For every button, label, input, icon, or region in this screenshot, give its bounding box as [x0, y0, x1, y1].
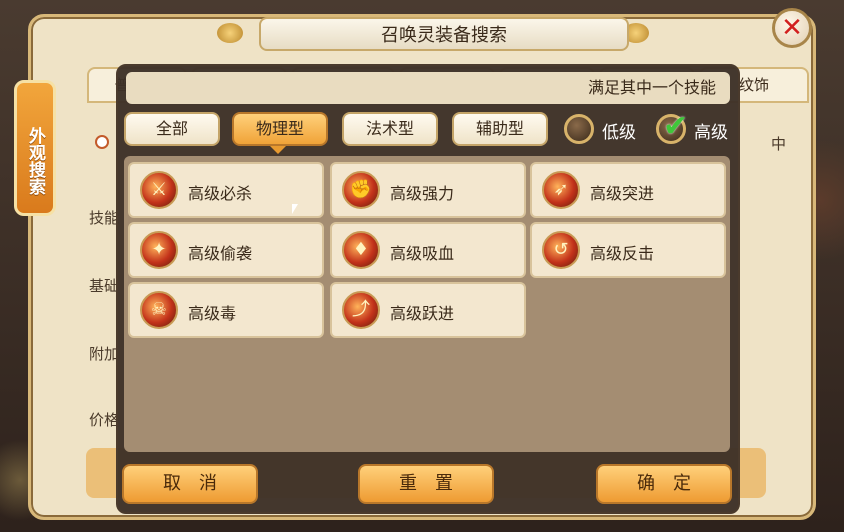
high-grade-radio[interactable]: ✔ — [656, 109, 688, 144]
filter-physical-button[interactable]: 物理型 — [232, 112, 328, 146]
close-icon: ✕ — [781, 13, 803, 43]
skill-name: 高级必杀 — [188, 184, 253, 203]
skill-list-panel: ⚔ 高级必杀 ✊ 高级强力 ➶ 高级突进 ✦ 高级偷袭 ♦ 高级吸血 ↺ 高级反… — [124, 156, 730, 452]
sneak-attack-icon: ✦ — [140, 231, 178, 269]
skill-card[interactable]: ➶ 高级突进 — [530, 162, 726, 218]
side-tab-appearance-search[interactable]: 外观搜索 — [14, 80, 56, 216]
skill-card[interactable]: ⤴ 高级跃进 — [330, 282, 526, 338]
label-base: 基础 — [89, 277, 120, 295]
poison-icon: ☠ — [140, 291, 178, 329]
reset-button[interactable]: 重置 — [358, 464, 494, 504]
skill-name: 高级吸血 — [390, 244, 455, 263]
skill-filter-popup: 满足其中一个技能 全部 物理型 法术型 辅助型 低级 ✔ 高级 ⚔ 高级必杀 ✊… — [116, 64, 740, 514]
charge-icon: ➶ — [542, 171, 580, 209]
critical-strike-icon: ⚔ — [140, 171, 178, 209]
skill-name: 高级反击 — [590, 244, 655, 263]
filter-magic-button[interactable]: 法术型 — [342, 112, 438, 146]
skill-card[interactable]: ☠ 高级毒 — [128, 282, 324, 338]
skill-name: 高级强力 — [390, 184, 455, 203]
window-title: 召唤灵装备搜索 — [259, 17, 629, 51]
label-skill: 技能 — [89, 209, 120, 227]
background-radio — [95, 135, 109, 149]
checkmark-icon: ✔ — [663, 109, 689, 144]
label-right: 中 — [771, 135, 787, 153]
low-grade-label: 低级 — [602, 123, 636, 143]
popup-header: 满足其中一个技能 — [126, 72, 730, 104]
label-price: 价格 — [89, 411, 120, 429]
skill-card[interactable]: ♦ 高级吸血 — [330, 222, 526, 278]
skill-name: 高级偷袭 — [188, 244, 253, 263]
skill-card[interactable]: ✊ 高级强力 — [330, 162, 526, 218]
title-ornament-left — [217, 23, 243, 43]
high-grade-label: 高级 — [694, 123, 728, 143]
skill-name: 高级毒 — [188, 304, 237, 323]
label-extra: 附加 — [89, 345, 120, 363]
close-button[interactable]: ✕ — [772, 8, 812, 48]
confirm-button[interactable]: 确定 — [596, 464, 732, 504]
skill-name: 高级跃进 — [390, 304, 455, 323]
filter-all-button[interactable]: 全部 — [124, 112, 220, 146]
skill-card[interactable]: ↺ 高级反击 — [530, 222, 726, 278]
low-grade-radio[interactable] — [564, 114, 594, 144]
cancel-button[interactable]: 取消 — [122, 464, 258, 504]
active-filter-indicator — [270, 146, 286, 154]
leap-icon: ⤴ — [342, 291, 380, 329]
lifesteal-icon: ♦ — [342, 231, 380, 269]
mouse-cursor-icon — [292, 204, 298, 214]
power-icon: ✊ — [342, 171, 380, 209]
filter-support-button[interactable]: 辅助型 — [452, 112, 548, 146]
skill-card[interactable]: ✦ 高级偷袭 — [128, 222, 324, 278]
counter-attack-icon: ↺ — [542, 231, 580, 269]
skill-name: 高级突进 — [590, 184, 655, 203]
